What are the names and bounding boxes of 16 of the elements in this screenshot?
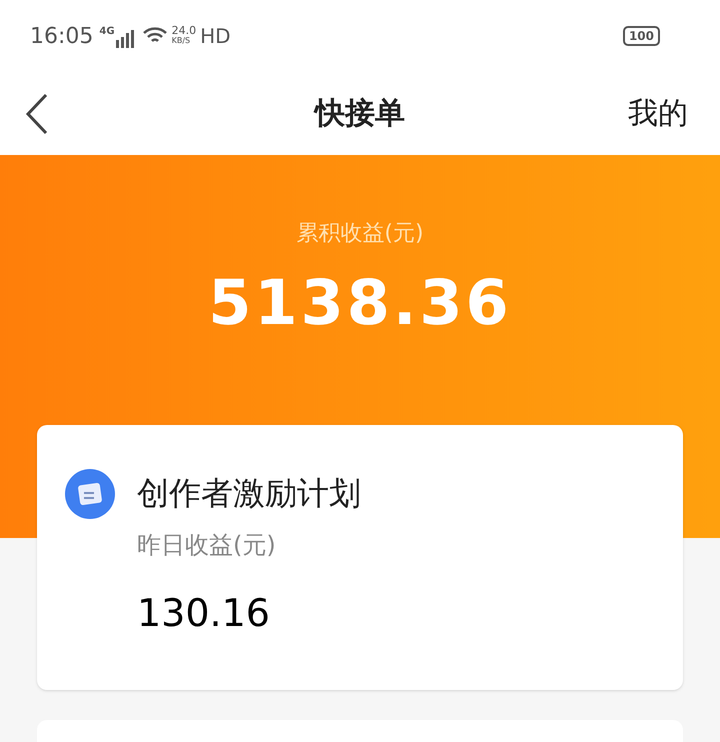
- network-label: 4G: [99, 25, 115, 39]
- speed-value: 24.0: [172, 26, 196, 36]
- hd-label: HD: [200, 23, 231, 50]
- signal-icon: [116, 30, 134, 48]
- card-title: 创作者激励计划: [137, 473, 362, 514]
- back-icon[interactable]: [24, 92, 50, 134]
- total-earnings-label: 累积收益(元): [296, 220, 424, 248]
- yesterday-earnings-label: 昨日收益(元): [137, 530, 277, 561]
- document-icon: [65, 469, 115, 519]
- mine-link[interactable]: 我的: [628, 91, 688, 136]
- yesterday-earnings-value: 130.16: [137, 590, 271, 637]
- battery-indicator: 100: [622, 26, 660, 46]
- speed-unit: KB/S: [172, 36, 192, 46]
- page-title: 快接单: [315, 95, 405, 133]
- total-earnings-amount: 5138.36: [208, 265, 512, 341]
- status-time: 16:05: [30, 22, 94, 50]
